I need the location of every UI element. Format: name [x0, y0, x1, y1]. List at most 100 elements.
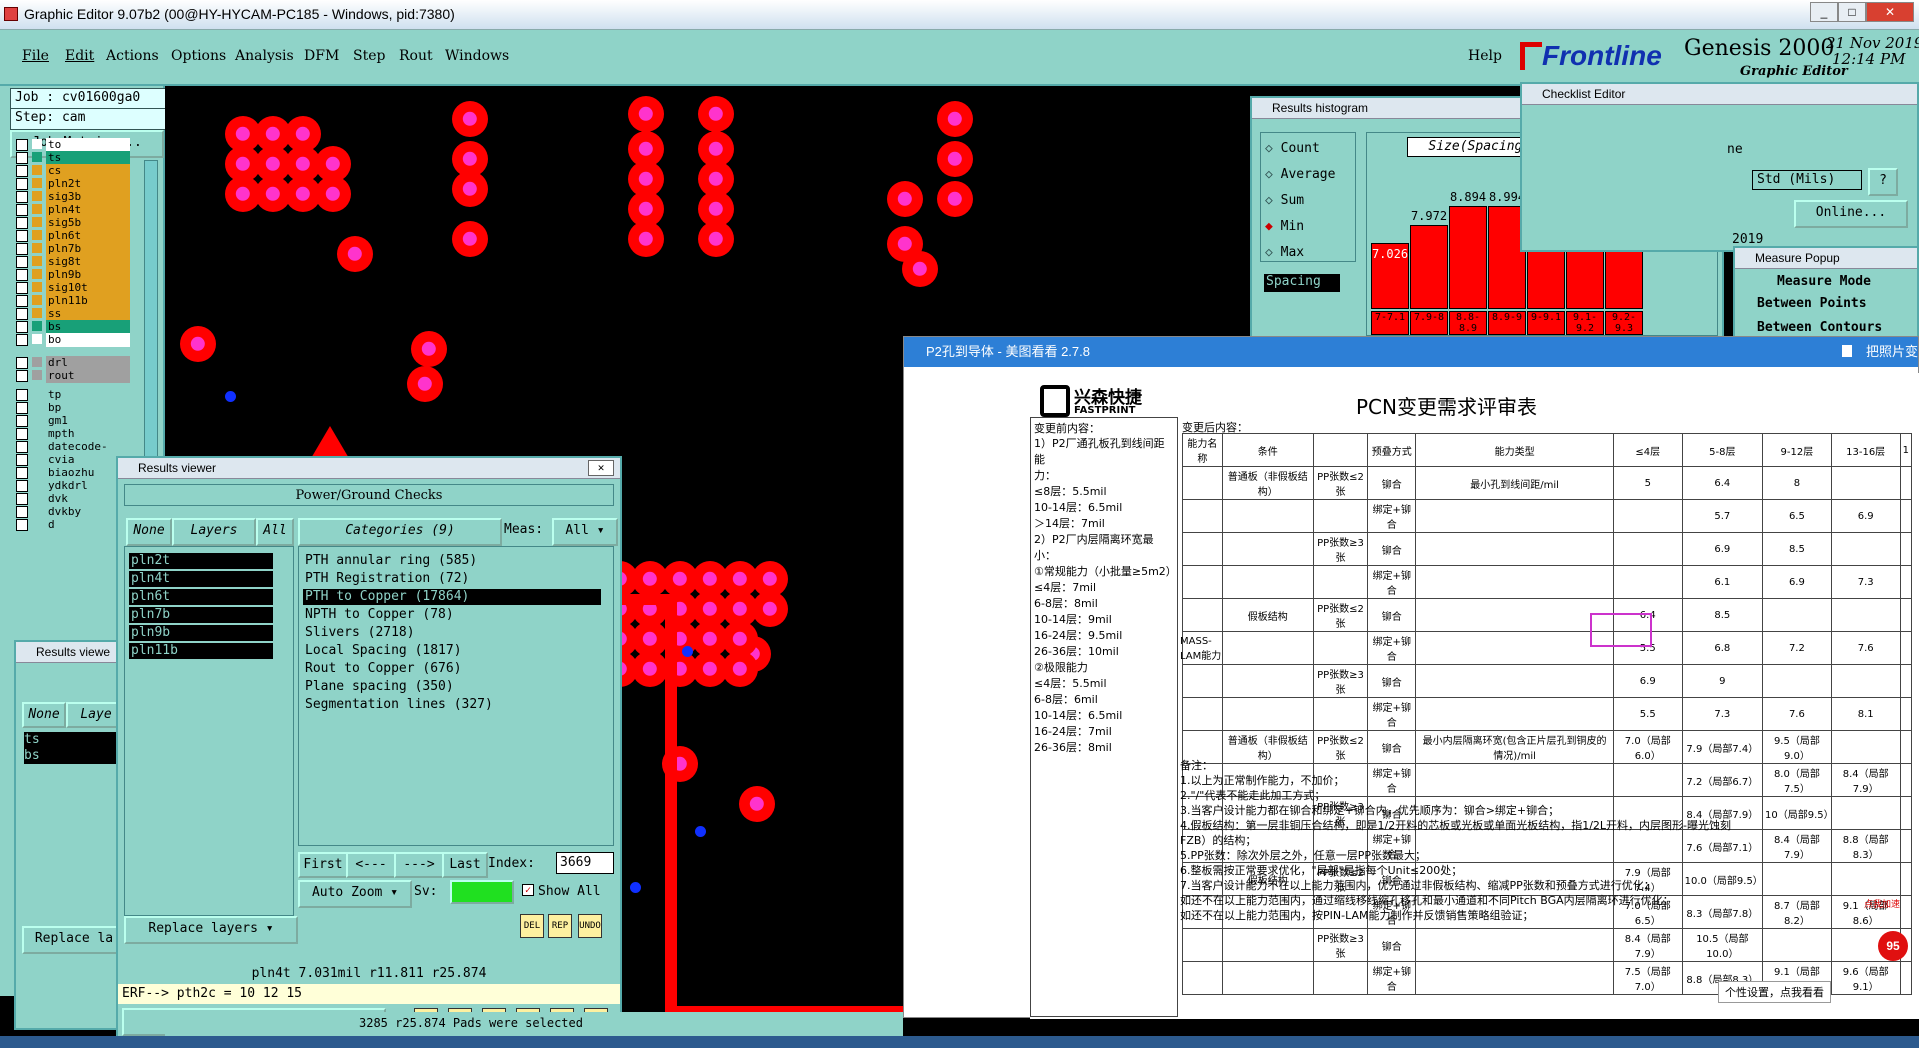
results-layer-item[interactable]: pln2t	[129, 553, 273, 569]
layer-row[interactable]: pln7b	[14, 242, 132, 256]
first-button[interactable]: First	[298, 852, 348, 878]
layer-row[interactable]: cs	[14, 164, 132, 178]
rv2-item-ts[interactable]: ts	[24, 732, 116, 748]
histogram-bar[interactable]	[1449, 206, 1487, 309]
menu-options[interactable]: Options	[171, 48, 226, 64]
layer-checkbox[interactable]	[16, 454, 28, 466]
layer-row[interactable]: rout	[14, 369, 132, 383]
menu-rout[interactable]: Rout	[399, 48, 433, 64]
layer-checkbox[interactable]	[16, 480, 28, 492]
rv2-item-bs[interactable]: bs	[24, 748, 116, 764]
prev-button[interactable]: <---	[346, 852, 396, 878]
next-button[interactable]: --->	[394, 852, 444, 878]
layer-checkbox[interactable]	[16, 506, 28, 518]
layer-checkbox[interactable]	[16, 519, 28, 531]
delete-tool-button[interactable]: DEL	[520, 914, 544, 938]
category-item[interactable]: Segmentation lines (327)	[303, 697, 601, 713]
category-item[interactable]: Slivers (2718)	[303, 625, 601, 641]
layer-row[interactable]: pln11b	[14, 294, 132, 308]
measure-between-contours[interactable]: Between Contours	[1757, 320, 1882, 335]
checklist-help-button[interactable]: ?	[1868, 168, 1898, 196]
rv2-replace-button[interactable]: Replace la	[22, 926, 126, 954]
layer-checkbox[interactable]	[16, 178, 28, 190]
close-button[interactable]: ✕	[1866, 2, 1914, 22]
menu-windows[interactable]: Windows	[445, 48, 509, 64]
rv2-none-tab[interactable]: None	[22, 702, 66, 728]
last-button[interactable]: Last	[442, 852, 488, 878]
menu-actions[interactable]: Actions	[106, 48, 159, 64]
layer-row[interactable]: ss	[14, 307, 132, 321]
layer-checkbox[interactable]	[16, 441, 28, 453]
menu-file[interactable]: File	[22, 48, 49, 64]
histogram-option-average[interactable]: ◇ Average	[1265, 167, 1335, 182]
layer-row[interactable]: gm1	[14, 414, 132, 428]
layers-tab[interactable]: Layers	[172, 518, 256, 546]
layer-row[interactable]: d	[14, 518, 132, 532]
checklist-online-button[interactable]: Online...	[1794, 200, 1908, 228]
layer-row[interactable]: pln9b	[14, 268, 132, 282]
layer-row[interactable]: pln4t	[14, 203, 132, 217]
layer-checkbox[interactable]	[16, 191, 28, 203]
layer-checkbox[interactable]	[16, 402, 28, 414]
layer-row[interactable]: ydkdrl	[14, 479, 132, 493]
menu-edit[interactable]: Edit	[65, 48, 94, 64]
layer-row[interactable]: sig3b	[14, 190, 132, 204]
layer-checkbox[interactable]	[16, 139, 28, 151]
replace-layers-dropdown[interactable]: Replace layers ▾	[124, 916, 298, 944]
sv-color-dropdown[interactable]	[450, 880, 514, 904]
layer-row[interactable]: biaozhu	[14, 466, 132, 480]
layer-row[interactable]: bo	[14, 333, 132, 347]
category-item[interactable]: PTH annular ring (585)	[303, 553, 601, 569]
layer-checkbox[interactable]	[16, 269, 28, 281]
layer-checkbox[interactable]	[16, 165, 28, 177]
histogram-option-max[interactable]: ◇ Max	[1265, 245, 1304, 260]
layer-row[interactable]: to	[14, 138, 132, 152]
layer-row[interactable]: dvkby	[14, 505, 132, 519]
histogram-metric[interactable]: Spacing	[1264, 274, 1340, 292]
show-all-checkbox[interactable]: ✓	[522, 884, 534, 896]
layer-row[interactable]: drl	[14, 356, 132, 370]
layer-checkbox[interactable]	[16, 243, 28, 255]
meas-dropdown[interactable]: All ▾	[552, 518, 618, 546]
layer-row[interactable]: pln2t	[14, 177, 132, 191]
measure-between-points[interactable]: Between Points	[1757, 296, 1867, 311]
category-item[interactable]: PTH to Copper (17864)	[303, 589, 601, 605]
category-item[interactable]: Plane spacing (350)	[303, 679, 601, 695]
menu-step[interactable]: Step	[353, 48, 385, 64]
layer-checkbox[interactable]	[16, 493, 28, 505]
results-layer-item[interactable]: pln7b	[129, 607, 273, 623]
layer-row[interactable]: bs	[14, 320, 132, 334]
layer-checkbox[interactable]	[16, 334, 28, 346]
layer-checkbox[interactable]	[16, 152, 28, 164]
speaker-icon[interactable]	[1842, 345, 1852, 357]
layer-checkbox[interactable]	[16, 217, 28, 229]
accelerate-badge[interactable]: 点我加速 95	[1864, 897, 1919, 967]
layer-checkbox[interactable]	[16, 415, 28, 427]
results-layer-item[interactable]: pln11b	[129, 643, 273, 659]
layer-checkbox[interactable]	[16, 204, 28, 216]
results-layer-item[interactable]: pln6t	[129, 589, 273, 605]
layer-checkbox[interactable]	[16, 256, 28, 268]
histogram-option-sum[interactable]: ◇ Sum	[1265, 193, 1304, 208]
minimize-button[interactable]: _	[1810, 2, 1838, 22]
layer-checkbox[interactable]	[16, 308, 28, 320]
layer-row[interactable]: cvia	[14, 453, 132, 467]
layer-checkbox[interactable]	[16, 389, 28, 401]
histogram-bar[interactable]	[1410, 225, 1448, 309]
layer-checkbox[interactable]	[16, 357, 28, 369]
index-input[interactable]: 3669	[556, 852, 614, 874]
layer-checkbox[interactable]	[16, 295, 28, 307]
layer-row[interactable]: sig10t	[14, 281, 132, 295]
maximize-button[interactable]: □	[1838, 2, 1866, 22]
category-item[interactable]: Rout to Copper (676)	[303, 661, 601, 677]
layer-row[interactable]: ts	[14, 151, 132, 165]
layer-row[interactable]: pln6t	[14, 229, 132, 243]
layer-row[interactable]: mpth	[14, 427, 132, 441]
category-item[interactable]: Local Spacing (1817)	[303, 643, 601, 659]
replace-tool-button[interactable]: REP	[548, 914, 572, 938]
layer-checkbox[interactable]	[16, 467, 28, 479]
layer-row[interactable]: dvk	[14, 492, 132, 506]
layer-row[interactable]: bp	[14, 401, 132, 415]
layer-checkbox[interactable]	[16, 230, 28, 242]
category-item[interactable]: NPTH to Copper (78)	[303, 607, 601, 623]
